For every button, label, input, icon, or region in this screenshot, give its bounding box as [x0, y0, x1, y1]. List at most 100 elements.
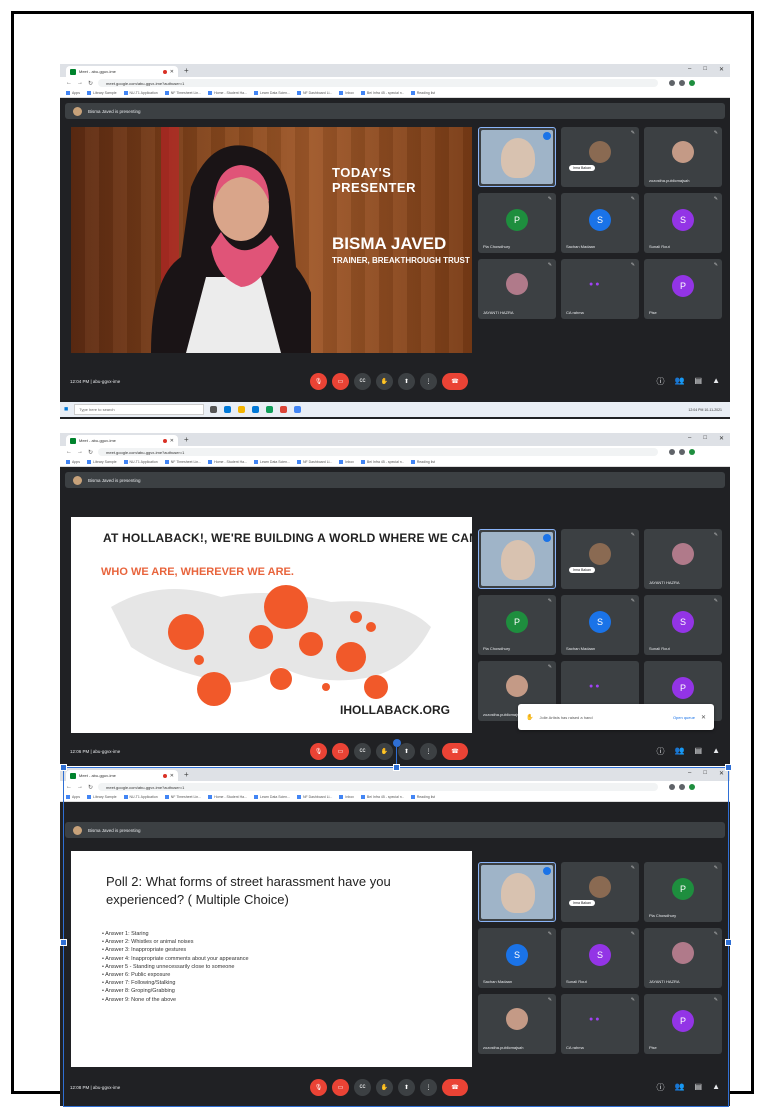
bookmark[interactable]: Inbox — [339, 460, 354, 464]
extension-icon[interactable] — [669, 449, 676, 455]
close-tab-icon[interactable]: ✕ — [170, 69, 174, 75]
activities-icon[interactable]: ▲ — [712, 1082, 720, 1093]
pin-icon[interactable] — [543, 534, 551, 542]
bookmark[interactable]: Learn Data Scien... — [254, 795, 290, 799]
maximize-icon[interactable]: □ — [703, 435, 707, 442]
minimize-icon[interactable]: – — [688, 66, 691, 73]
new-tab-icon[interactable]: + — [184, 770, 189, 779]
participant-tile[interactable]: ✎ JAYANTI HAZRA — [478, 259, 556, 319]
browser-tab[interactable]: Meet - abu-gguv-ime ✕ — [66, 66, 178, 77]
end-call-icon[interactable]: ☎ — [442, 372, 468, 390]
more-icon[interactable]: ⋮ — [420, 372, 437, 390]
extension-icon[interactable] — [669, 80, 676, 86]
bookmark[interactable]: Bei Infra 45 - special n.. — [361, 91, 404, 95]
app-icon[interactable] — [294, 406, 302, 413]
bookmark[interactable]: Reading list — [411, 460, 435, 464]
camera-off-icon[interactable]: ▭ — [332, 1078, 349, 1096]
new-tab-icon[interactable]: + — [184, 435, 189, 444]
bookmark[interactable]: NU-T1 Application — [124, 460, 158, 464]
bookmark[interactable]: Bei Infra 45 - special n.. — [361, 460, 404, 464]
folder-icon[interactable] — [238, 406, 246, 413]
participant-tile[interactable]: ✎ S Sunali Rout — [644, 595, 722, 655]
participant-tile-self[interactable] — [478, 127, 556, 187]
resize-handle-ne[interactable] — [725, 764, 732, 771]
activities-icon[interactable]: ▲ — [712, 376, 720, 387]
raise-hand-icon[interactable]: ✋ — [376, 742, 393, 760]
reload-icon[interactable]: ↻ — [88, 80, 93, 87]
maximize-icon[interactable]: □ — [703, 66, 707, 73]
close-tab-icon[interactable]: ✕ — [170, 773, 174, 779]
resize-handle-e[interactable] — [725, 939, 732, 946]
resize-handle-n[interactable] — [393, 764, 400, 771]
close-tab-icon[interactable]: ✕ — [170, 438, 174, 444]
bookmark[interactable]: Apps — [66, 795, 80, 799]
reload-icon[interactable]: ↻ — [88, 449, 93, 456]
present-icon[interactable]: ⬆ — [398, 742, 415, 760]
participant-tile[interactable]: ✎ Irma Bakan — [561, 529, 639, 589]
store-icon[interactable] — [252, 406, 260, 413]
url-field[interactable]: meet.google.com/abu-ggvx-ime?authuser=1 — [98, 448, 659, 456]
participant-tile[interactable]: ✎ ●● CA rahma — [561, 259, 639, 319]
bookmark[interactable]: Home - Student Ha... — [208, 91, 247, 95]
resize-handle-nw[interactable] — [60, 764, 67, 771]
extension-icon[interactable] — [679, 784, 686, 790]
captions-icon[interactable]: cc — [354, 742, 371, 760]
reload-icon[interactable]: ↻ — [88, 784, 93, 791]
raise-hand-icon[interactable]: ✋ — [376, 1078, 393, 1096]
resize-handle-w[interactable] — [60, 939, 67, 946]
participant-tile[interactable]: ✎ JAYANTI HAZRA — [644, 529, 722, 589]
mic-off-icon[interactable]: 🎙 — [310, 742, 327, 760]
participant-tile-self[interactable] — [478, 529, 556, 589]
chat-icon[interactable]: ▤ — [695, 746, 703, 757]
bookmark[interactable]: NF Dashboard Li... — [297, 91, 332, 95]
bookmark[interactable]: NF Dashboard Li... — [297, 795, 332, 799]
raise-hand-icon[interactable]: ✋ — [376, 372, 393, 390]
back-icon[interactable]: ← — [66, 784, 72, 790]
bookmark[interactable]: Library Sample — [87, 91, 117, 95]
participant-tile[interactable]: ✎ Irma Bakan — [561, 862, 639, 922]
extension-icon[interactable] — [679, 80, 686, 86]
captions-icon[interactable]: cc — [354, 1078, 371, 1096]
participant-tile[interactable]: ✎ S Sachan Madaan — [561, 193, 639, 253]
close-window-icon[interactable]: ✕ — [719, 770, 724, 777]
participant-tile[interactable]: ✎ P Pise — [644, 994, 722, 1054]
participant-tile[interactable]: ✎ zozostha.publicmajsah — [644, 127, 722, 187]
windows-start-icon[interactable]: ■ — [64, 406, 68, 413]
forward-icon[interactable]: → — [77, 784, 83, 790]
captions-icon[interactable]: cc — [354, 372, 371, 390]
forward-icon[interactable]: → — [77, 80, 83, 86]
bookmark[interactable]: Library Sample — [87, 795, 117, 799]
bookmark[interactable]: Reading list — [411, 91, 435, 95]
present-icon[interactable]: ⬆ — [398, 1078, 415, 1096]
bookmark[interactable]: Library Sample — [87, 460, 117, 464]
activities-icon[interactable]: ▲ — [712, 746, 720, 757]
end-call-icon[interactable]: ☎ — [442, 742, 468, 760]
taskbar-search[interactable]: Type here to search — [74, 404, 205, 415]
rotate-handle[interactable] — [393, 739, 401, 747]
info-icon[interactable]: ⓘ — [657, 1082, 665, 1093]
url-field[interactable]: meet.google.com/abu-ggvx-ime?authuser=1 — [98, 783, 659, 791]
participant-tile[interactable]: ✎ Irma Bakan — [561, 127, 639, 187]
close-window-icon[interactable]: ✕ — [719, 435, 724, 442]
bookmark[interactable]: Home - Student Ha... — [208, 460, 247, 464]
app-icon[interactable] — [266, 406, 274, 413]
bookmark[interactable]: Learn Data Scien... — [254, 91, 290, 95]
bookmark[interactable]: Bei Infra 45 - special n.. — [361, 795, 404, 799]
open-queue-button[interactable]: Open queue — [673, 715, 695, 720]
edge-icon[interactable] — [224, 406, 232, 413]
mic-off-icon[interactable]: 🎙 — [310, 372, 327, 390]
back-icon[interactable]: ← — [66, 449, 72, 455]
bookmark[interactable]: NU-T1 Application — [124, 91, 158, 95]
bookmark[interactable]: NF Dashboard Li... — [297, 460, 332, 464]
people-icon[interactable]: 👥 — [675, 746, 685, 757]
chat-icon[interactable]: ▤ — [695, 1082, 703, 1093]
camera-off-icon[interactable]: ▭ — [332, 742, 349, 760]
bookmark[interactable]: NF Timesheet Lin... — [165, 91, 201, 95]
more-icon[interactable]: ⋮ — [420, 742, 437, 760]
people-icon[interactable]: 👥 — [675, 1082, 685, 1093]
back-icon[interactable]: ← — [66, 80, 72, 86]
participant-tile[interactable]: ✎ ●● CA rahma — [561, 994, 639, 1054]
chat-icon[interactable]: ▤ — [695, 376, 703, 387]
pin-icon[interactable] — [543, 867, 551, 875]
camera-off-icon[interactable]: ▭ — [332, 372, 349, 390]
